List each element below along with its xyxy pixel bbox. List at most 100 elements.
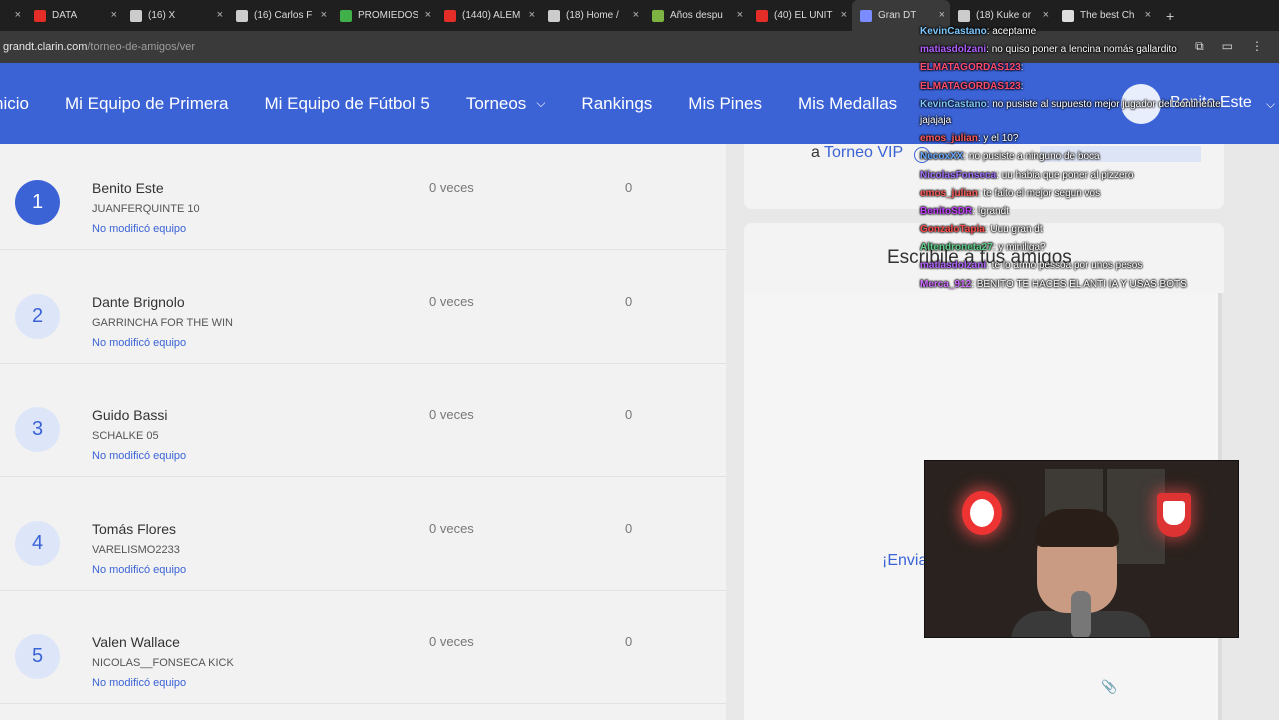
close-icon[interactable]: × [633,9,639,21]
chat-message: NecoxXX: no pusiste a ninguno de boca [920,151,1100,162]
browser-tab[interactable]: (40) EL UNIT × [748,0,852,31]
nav-item[interactable]: nicio [0,94,29,114]
url-text[interactable]: grandt.clarin.com/torneo-de-amigos/ver [0,41,195,53]
points-value: 0 [625,407,633,422]
browser-tab[interactable]: (16) Carlos F × [228,0,332,31]
tab-favicon-icon [958,9,970,22]
player-name: Guido Bassi [92,407,168,423]
table-row[interactable]: 5 Valen Wallace NICOLAS__FONSECA KICK No mo… [0,590,726,704]
chat-text: : no pusiste al supuesto mejor jugador d… [986,99,1221,110]
browser-tab[interactable]: DATA × [26,0,122,31]
tab-favicon-icon [652,9,664,22]
close-icon[interactable]: × [15,9,21,21]
nav-item[interactable]: Mi Equipo de Primera [65,94,228,114]
close-icon[interactable]: × [841,9,847,21]
tab-favicon-icon [1062,9,1074,22]
team-status-link[interactable]: No modificó equipo [92,677,186,689]
nav-item-label: Rankings [581,93,653,113]
chevron-down-icon[interactable]: ⌵ [1266,97,1275,112]
club-crest-icon [962,491,1002,535]
points-value: 0 [625,634,633,649]
close-icon[interactable]: × [321,9,327,21]
chat-text: : y miniliga? [992,242,1046,253]
chat-text: : y el 10? [977,133,1019,144]
chat-username: NecoxXX [920,151,964,162]
tab-favicon-icon [860,9,872,22]
team-name: JUANFERQUINTE 10 [92,203,200,215]
chat-text: : aceptame [986,26,1037,37]
chat-message: matiasdolzani: te lo armo pessoa por uno… [920,260,1142,271]
close-icon[interactable]: × [737,9,743,21]
extensions-icon[interactable]: ⧉ [1195,39,1204,54]
team-status-link[interactable]: No modificó equipo [92,564,186,576]
tab-favicon-icon [340,9,352,22]
vip-prefix: a [811,144,820,161]
browser-tab[interactable]: PROMIEDOS × [332,0,436,31]
team-status-link[interactable]: No modificó equipo [92,223,186,235]
player-name: Tomás Flores [92,520,177,537]
tab-favicon-icon [444,9,456,22]
tab-title: DATA [52,10,78,21]
team-status-link[interactable]: No modificó equipo [92,450,186,462]
nav-item[interactable]: Mis Pines [688,94,762,114]
table-row[interactable]: 4 Tomás Flores VARELISMO2233 No modificó eq… [0,477,726,591]
microphone-icon [1071,591,1091,637]
changes-count: 0 veces [429,634,474,649]
chat-username: ELMATAGORDAS123 [920,81,1021,92]
browser-tab[interactable]: (16) X × [122,0,228,31]
points-value: 0 [625,293,633,309]
nav-item[interactable]: Torneos ⌵ [466,94,546,114]
browser-tab[interactable]: (18) Home / × [540,0,644,31]
tab-title: (18) Home / [566,10,619,21]
close-icon[interactable]: × [1145,9,1151,21]
tab-favicon-icon [756,9,768,22]
chat-username: ELMATAGORDAS123 [920,62,1021,73]
rank-badge: 5 [15,634,60,679]
tab-title: (16) Carlos F [254,10,313,21]
changes-count: 0 veces [429,407,474,422]
chat-text: : no quiso poner a lencina nomás gallard… [986,44,1177,55]
close-icon[interactable]: × [529,9,535,21]
team-status-link[interactable]: No modificó equipo [92,337,186,349]
close-icon[interactable]: × [1043,9,1049,21]
chat-username: KevinCastano [920,99,987,110]
torneo-vip-link[interactable]: Torneo VIP [824,144,903,162]
chat-message: BenitoSDR: !grandt [920,206,1009,217]
changes-count: 0 veces [429,293,474,309]
chat-text: : [1020,62,1024,73]
table-row[interactable]: 2 Dante Brignolo GARRINCHA FOR THE WIN No m… [0,250,726,364]
close-icon[interactable]: × [939,9,945,21]
ranking-list: 1 Benito Este JUANFERQUINTE 10 No modificó … [0,144,726,720]
paperclip-icon[interactable]: 📎 [1101,679,1117,695]
chevron-down-icon: ⌵ [536,96,546,110]
chat-text: : !grandt [972,206,1009,217]
table-row[interactable]: 3 Guido Bassi SCHALKE 05 No modificó equipo… [0,363,726,477]
player-name: Valen Wallace [92,634,180,650]
tab-title: (40) EL UNIT [774,10,833,21]
browser-tab[interactable]: × [0,0,26,31]
nav-item-label: Mis Pines [688,93,762,113]
chat-text: : uu habia que poner al pizzero [996,170,1134,181]
browser-tab[interactable]: Años despu × [644,0,748,31]
nav-item[interactable]: Rankings [581,94,652,114]
nav-item[interactable]: Mi Equipo de Fútbol 5 [264,94,429,114]
table-row[interactable]: 1 Benito Este JUANFERQUINTE 10 No modificó … [0,136,726,250]
tab-title: (16) X [148,10,176,21]
close-icon[interactable]: × [111,9,117,21]
nav-item[interactable]: Mis Medallas [798,94,897,114]
send-link[interactable]: ¡Envia [882,552,927,570]
tab-favicon-icon [548,9,560,22]
new-tab-button[interactable]: + [1156,8,1184,24]
webcam-overlay [924,460,1239,638]
chat-text: : te falto el mejor segun vos [977,188,1101,199]
browser-tab[interactable]: (1440) ALEM × [436,0,540,31]
nav-item-label: Torneos [465,93,527,113]
chat-text: : BENITO TE HACES EL ANTI IA Y USAS BOTS [971,279,1187,290]
browser-tab[interactable]: The best Ch × [1054,0,1156,31]
menu-icon[interactable]: ⋮ [1251,39,1263,54]
close-icon[interactable]: × [425,9,431,21]
river-plate-crest-icon [1157,493,1191,537]
close-icon[interactable]: × [217,9,223,21]
team-name: SCHALKE 05 [92,430,159,442]
sidebar-icon[interactable]: ▭ [1222,39,1233,54]
